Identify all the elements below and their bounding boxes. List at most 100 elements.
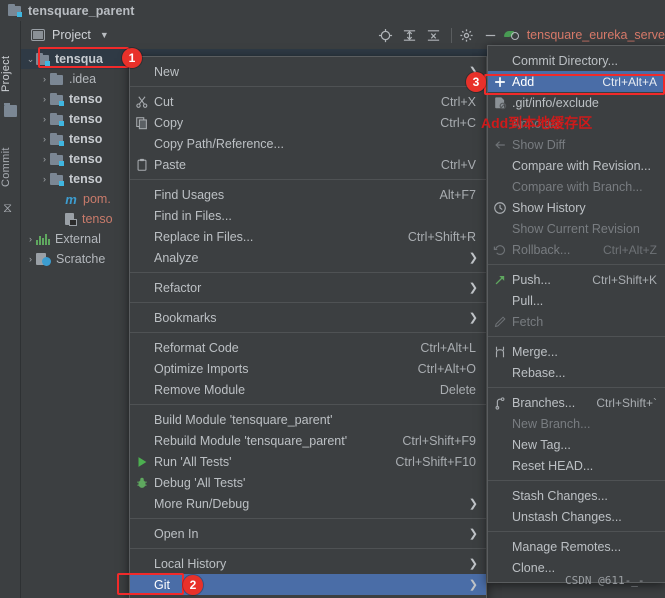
menu-item-label: Build Module 'tensquare_parent' xyxy=(154,412,333,427)
menu-item: Show Current Revision xyxy=(488,218,665,239)
tree-item-label: pom. xyxy=(83,192,111,206)
menu-item-label: New Tag... xyxy=(512,437,571,452)
chevron-right-icon: ❯ xyxy=(468,312,478,324)
menu-item[interactable]: Reset HEAD... xyxy=(488,455,665,476)
spring-boot-icon xyxy=(503,29,519,42)
menu-item[interactable]: Bookmarks ❯ xyxy=(130,307,486,328)
chevron-right-icon[interactable]: › xyxy=(39,134,50,144)
menu-item[interactable]: Unstash Changes... xyxy=(488,506,665,527)
menu-item[interactable]: Show History xyxy=(488,197,665,218)
chevron-right-icon: ❯ xyxy=(468,498,478,510)
module-folder-icon xyxy=(50,92,64,106)
menu-item[interactable]: Analyze ❯ xyxy=(130,247,486,268)
copy-icon xyxy=(130,116,154,130)
menu-item[interactable]: Remove Module Delete xyxy=(130,379,486,400)
collapse-all-icon[interactable] xyxy=(423,24,445,46)
menu-separator xyxy=(488,336,665,337)
menu-item[interactable]: Manage Remotes... xyxy=(488,536,665,557)
menu-item[interactable]: Find Usages Alt+F7 xyxy=(130,184,486,205)
menu-item[interactable]: .git/info/exclude xyxy=(488,92,665,113)
settings-gear-icon[interactable] xyxy=(456,24,478,46)
chevron-right-icon: ❯ xyxy=(468,282,478,294)
sidebar-tab-commit[interactable]: Commit xyxy=(0,139,21,195)
menu-item[interactable]: Reformat Code Ctrl+Alt+L xyxy=(130,337,486,358)
commit-icon[interactable]: ⧖ xyxy=(3,201,12,214)
menu-item-label: .git/info/exclude xyxy=(512,95,599,110)
menu-separator xyxy=(130,179,486,180)
menu-separator xyxy=(488,387,665,388)
sidebar-tab-project[interactable]: Project xyxy=(0,48,21,100)
menu-item[interactable]: Rebase... xyxy=(488,362,665,383)
library-icon xyxy=(36,233,50,245)
chevron-right-icon: ❯ xyxy=(468,579,478,591)
chevron-right-icon: ❯ xyxy=(468,252,478,264)
menu-item-shortcut: Ctrl+Shift+K xyxy=(592,272,657,287)
menu-item[interactable]: Add Ctrl+Alt+A xyxy=(488,71,665,92)
menu-item[interactable]: Merge... xyxy=(488,341,665,362)
project-tool-icon[interactable] xyxy=(4,103,17,117)
menu-item-label: Paste xyxy=(154,157,186,172)
menu-separator xyxy=(488,531,665,532)
menu-item[interactable]: New Tag... xyxy=(488,434,665,455)
menu-item-label: Compare with Revision... xyxy=(512,158,651,173)
chevron-down-icon[interactable]: ⌄ xyxy=(25,54,36,65)
menu-item[interactable]: Refactor ❯ xyxy=(130,277,486,298)
menu-item[interactable]: Rebuild Module 'tensquare_parent' Ctrl+Sh… xyxy=(130,430,486,451)
merge-icon xyxy=(488,345,512,359)
run-configuration-label[interactable]: tensquare_eureka_serve xyxy=(527,28,665,42)
menu-item[interactable]: More Run/Debug ❯ xyxy=(130,493,486,514)
menu-item[interactable]: Compare with Revision... xyxy=(488,155,665,176)
menu-item-label: Refactor xyxy=(154,280,202,295)
chevron-right-icon[interactable]: › xyxy=(25,254,36,264)
menu-item[interactable]: Local History ❯ xyxy=(130,553,486,574)
menu-item-label: Find in Files... xyxy=(154,208,232,223)
menu-item[interactable]: Paste Ctrl+V xyxy=(130,154,486,175)
menu-item[interactable]: Commit Directory... xyxy=(488,50,665,71)
menu-item[interactable]: Stash Changes... xyxy=(488,485,665,506)
menu-item[interactable]: Branches... Ctrl+Shift+` xyxy=(488,392,665,413)
chevron-right-icon[interactable]: › xyxy=(39,74,50,84)
menu-separator xyxy=(130,272,486,273)
menu-item-label: Manage Remotes... xyxy=(512,539,622,554)
menu-item[interactable]: Run 'All Tests' Ctrl+Shift+F10 xyxy=(130,451,486,472)
tree-item-label: tenso xyxy=(69,112,103,126)
menu-item[interactable]: Find in Files... xyxy=(130,205,486,226)
menu-item-label: Remove Module xyxy=(154,382,246,397)
annotation-badge-1: 1 xyxy=(122,48,142,68)
watermark: CSDN @611-_- xyxy=(565,574,645,587)
tree-item-label: tenso xyxy=(69,132,103,146)
menu-item-label: Rebase... xyxy=(512,365,566,380)
menu-item[interactable]: Build Module 'tensquare_parent' xyxy=(130,409,486,430)
menu-item[interactable]: Pull... xyxy=(488,290,665,311)
context-menu[interactable]: New❯ CutCtrl+XCopyCtrl+CCopy Path/Referen… xyxy=(129,56,487,598)
chevron-right-icon[interactable]: › xyxy=(39,154,50,164)
chevron-down-icon[interactable]: ▼ xyxy=(100,30,109,40)
menu-item-label: Stash Changes... xyxy=(512,488,608,503)
clipboard-icon xyxy=(130,158,154,172)
menu-item-label: Show Diff xyxy=(512,137,566,152)
tree-item-label: tenso xyxy=(69,152,103,166)
branch-icon xyxy=(488,396,512,410)
rollback-icon xyxy=(488,243,512,257)
menu-item[interactable]: Replace in Files... Ctrl+Shift+R xyxy=(130,226,486,247)
locate-icon[interactable] xyxy=(375,24,397,46)
menu-item[interactable]: Cut Ctrl+X xyxy=(130,91,486,112)
expand-all-icon[interactable] xyxy=(399,24,421,46)
menu-item[interactable]: Push... Ctrl+Shift+K xyxy=(488,269,665,290)
menu-item[interactable]: Open In ❯ xyxy=(130,523,486,544)
menu-item[interactable]: Copy Path/Reference... xyxy=(130,133,486,154)
chevron-right-icon[interactable]: › xyxy=(39,94,50,104)
menu-item-shortcut: Ctrl+Alt+L xyxy=(420,340,476,355)
module-folder-icon xyxy=(50,172,64,186)
menu-item[interactable]: New❯ xyxy=(130,61,486,82)
chevron-right-icon[interactable]: › xyxy=(39,114,50,124)
menu-separator xyxy=(130,302,486,303)
menu-item[interactable]: Optimize Imports Ctrl+Alt+O xyxy=(130,358,486,379)
chevron-right-icon[interactable]: › xyxy=(25,234,36,244)
hide-panel-icon[interactable] xyxy=(480,24,502,46)
menu-item[interactable]: Debug 'All Tests' xyxy=(130,472,486,493)
menu-item[interactable]: Copy Ctrl+C xyxy=(130,112,486,133)
chevron-right-icon[interactable]: › xyxy=(39,174,50,184)
menu-item-label: Bookmarks xyxy=(154,310,217,325)
menu-separator xyxy=(130,404,486,405)
